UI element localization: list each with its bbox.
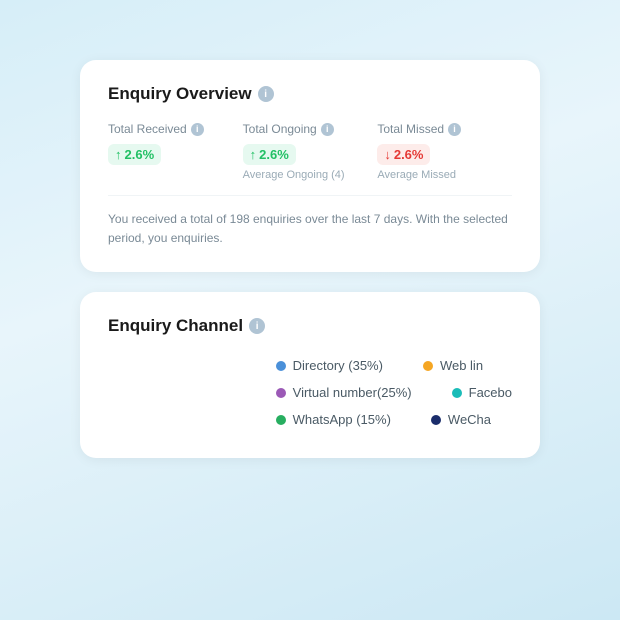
total-received-pct: 2.6% (125, 147, 155, 162)
channel-title-text: Enquiry Channel (108, 316, 243, 336)
title-text: Enquiry Overview (108, 84, 252, 104)
legend-weblink: Web lin (423, 358, 483, 373)
legend-wechat-label: WeCha (448, 412, 491, 427)
legend-virtual: Virtual number(25%) (276, 385, 412, 400)
up-arrow-icon: ↑ (115, 147, 122, 162)
legend-facebook: Facebo (452, 385, 512, 400)
channel-content: Directory (35%) Web lin Virtual number(2… (108, 354, 512, 434)
total-missed-pct: 2.6% (394, 147, 424, 162)
channel-legend: Directory (35%) Web lin Virtual number(2… (276, 354, 512, 434)
enquiry-overview-card: Enquiry Overview i Total Received i ↑ 2.… (80, 60, 540, 272)
dot-virtual (276, 388, 286, 398)
legend-facebook-label: Facebo (469, 385, 512, 400)
total-received-badge: ↑ 2.6% (108, 144, 161, 165)
legend-directory-label: Directory (35%) (293, 358, 383, 373)
total-missed-info-icon[interactable]: i (448, 123, 461, 136)
total-ongoing-label: Total Ongoing i (243, 122, 358, 136)
legend-directory: Directory (35%) (276, 358, 383, 373)
dot-weblink (423, 361, 433, 371)
dot-whatsapp (276, 415, 286, 425)
enquiry-overview-title: Enquiry Overview i (108, 84, 512, 104)
legend-row-2: Virtual number(25%) Facebo (276, 385, 512, 400)
stat-total-missed: Total Missed i ↓ 2.6% Average Missed (377, 122, 512, 181)
channel-info-icon[interactable]: i (249, 318, 265, 334)
channel-chart-area (108, 354, 276, 434)
dot-directory (276, 361, 286, 371)
total-ongoing-pct: 2.6% (259, 147, 289, 162)
total-received-info-icon[interactable]: i (191, 123, 204, 136)
enquiry-channel-card: Enquiry Channel i Directory (35%) Web li… (80, 292, 540, 458)
total-ongoing-info-icon[interactable]: i (321, 123, 334, 136)
total-received-label: Total Received i (108, 122, 223, 136)
total-missed-sub: Average Missed (377, 169, 492, 181)
enquiry-summary: You received a total of 198 enquiries ov… (108, 195, 512, 248)
down-arrow-icon: ↓ (384, 147, 391, 162)
stats-row: Total Received i ↑ 2.6% Total Ongoing i … (108, 122, 512, 181)
stat-total-received: Total Received i ↑ 2.6% (108, 122, 243, 181)
legend-whatsapp-label: WhatsApp (15%) (293, 412, 391, 427)
total-missed-value: ↓ 2.6% (377, 144, 492, 165)
total-ongoing-badge: ↑ 2.6% (243, 144, 296, 165)
dot-facebook (452, 388, 462, 398)
legend-virtual-label: Virtual number(25%) (293, 385, 412, 400)
enquiry-channel-title: Enquiry Channel i (108, 316, 512, 336)
total-ongoing-value: ↑ 2.6% (243, 144, 358, 165)
legend-weblink-label: Web lin (440, 358, 483, 373)
stat-total-ongoing: Total Ongoing i ↑ 2.6% Average Ongoing (… (243, 122, 378, 181)
legend-row-3: WhatsApp (15%) WeCha (276, 412, 512, 427)
total-missed-badge: ↓ 2.6% (377, 144, 430, 165)
total-ongoing-sub: Average Ongoing (4) (243, 169, 358, 181)
up-arrow-icon-2: ↑ (250, 147, 257, 162)
legend-whatsapp: WhatsApp (15%) (276, 412, 391, 427)
legend-row-1: Directory (35%) Web lin (276, 358, 512, 373)
total-received-value: ↑ 2.6% (108, 144, 223, 165)
total-missed-label: Total Missed i (377, 122, 492, 136)
legend-wechat: WeCha (431, 412, 491, 427)
overview-info-icon[interactable]: i (258, 86, 274, 102)
dot-wechat (431, 415, 441, 425)
